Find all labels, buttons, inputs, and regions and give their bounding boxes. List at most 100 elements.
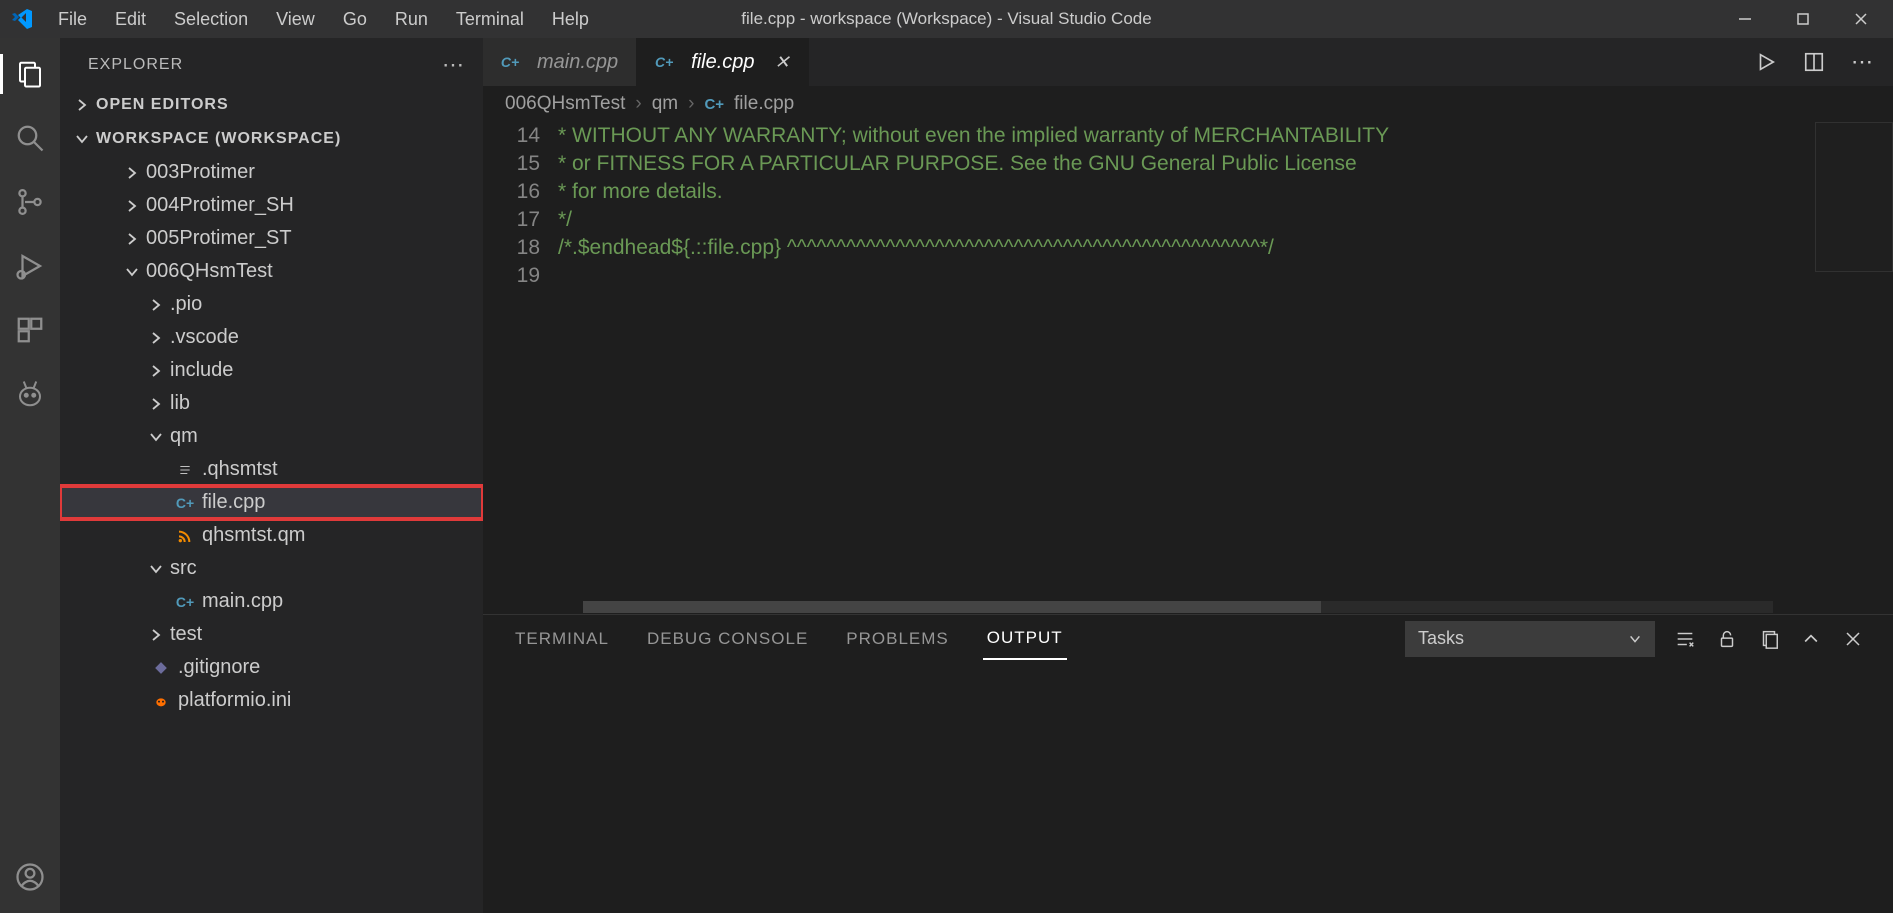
file-platformio.ini[interactable]: platformio.ini [60, 684, 483, 717]
code-content[interactable]: * WITHOUT ANY WARRANTY; without even the… [558, 122, 1893, 613]
search-icon[interactable] [14, 122, 46, 154]
scrollbar-thumb[interactable] [583, 601, 1321, 613]
folder-label: 003Protimer [146, 161, 255, 184]
bottom-panel: TERMINAL DEBUG CONSOLE PROBLEMS OUTPUT Task… [483, 613, 1893, 913]
menu-edit[interactable]: Edit [103, 3, 158, 36]
close-button[interactable] [1847, 5, 1875, 33]
chevron-right-icon: › [688, 93, 694, 115]
explorer-icon[interactable] [14, 58, 46, 90]
source-control-icon[interactable] [14, 186, 46, 218]
code-editor[interactable]: 141516171819 * WITHOUT ANY WARRANTY; wit… [483, 122, 1893, 613]
folder-lib[interactable]: lib [60, 387, 483, 420]
git-file-icon [152, 659, 170, 677]
cpp-file-icon: C+ [176, 494, 194, 512]
cpp-file-icon: C+ [704, 96, 724, 113]
menu-run[interactable]: Run [383, 3, 440, 36]
file-file.cpp[interactable]: C+ file.cpp [60, 486, 483, 519]
vscode-logo-icon [8, 5, 36, 33]
breadcrumb-item[interactable]: qm [652, 93, 678, 115]
breadcrumb-item[interactable]: file.cpp [734, 93, 794, 115]
folder-label: 005Protimer_ST [146, 227, 292, 250]
extensions-icon[interactable] [14, 314, 46, 346]
chevron-right-icon: › [635, 93, 641, 115]
pio-file-icon [152, 692, 170, 710]
panel-tab-terminal[interactable]: TERMINAL [511, 619, 613, 659]
rss-file-icon [176, 527, 194, 545]
folder-qm[interactable]: qm [60, 420, 483, 453]
panel-tabs: TERMINAL DEBUG CONSOLE PROBLEMS OUTPUT Task… [483, 614, 1893, 662]
folder-004Protimer_SH[interactable]: 004Protimer_SH [60, 189, 483, 222]
close-panel-icon[interactable] [1841, 627, 1865, 651]
editor-area: C+main.cppC+file.cpp✕ ⋯ 006QHsmTest › qm… [483, 38, 1893, 913]
menu-help[interactable]: Help [540, 3, 601, 36]
chevron-icon [124, 264, 140, 280]
more-icon[interactable]: ⋯ [442, 52, 465, 78]
folder-test[interactable]: test [60, 618, 483, 651]
minimize-button[interactable] [1731, 5, 1759, 33]
file-label: file.cpp [202, 491, 265, 514]
folder-label: src [170, 557, 197, 580]
close-tab-icon[interactable]: ✕ [775, 52, 790, 73]
run-icon[interactable] [1753, 49, 1779, 75]
chevron-icon [148, 627, 164, 643]
output-body[interactable] [483, 662, 1893, 913]
panel-tab-problems[interactable]: PROBLEMS [842, 619, 952, 659]
chevron-icon [124, 165, 140, 181]
panel-tab-debug-console[interactable]: DEBUG CONSOLE [643, 619, 812, 659]
folder-src[interactable]: src [60, 552, 483, 585]
folder-label: 006QHsmTest [146, 260, 273, 283]
open-editors-section[interactable]: OPEN EDITORS [60, 88, 483, 122]
file-label: .gitignore [178, 656, 260, 679]
menu-selection[interactable]: Selection [162, 3, 260, 36]
more-actions-icon[interactable]: ⋯ [1849, 49, 1875, 75]
menubar: File Edit Selection View Go Run Terminal… [46, 3, 601, 36]
breadcrumb-item[interactable]: 006QHsmTest [505, 93, 625, 115]
folder-003Protimer[interactable]: 003Protimer [60, 156, 483, 189]
folder-label: test [170, 623, 202, 646]
folder-.pio[interactable]: .pio [60, 288, 483, 321]
file-label: platformio.ini [178, 689, 291, 712]
accounts-icon[interactable] [14, 861, 46, 893]
workspace-label: WORKSPACE (WORKSPACE) [96, 130, 341, 148]
run-debug-icon[interactable] [14, 250, 46, 282]
file-qhsmtst.qm[interactable]: qhsmtst.qm [60, 519, 483, 552]
minimap[interactable] [1815, 122, 1893, 272]
window-controls [1731, 5, 1885, 33]
file-.gitignore[interactable]: .gitignore [60, 651, 483, 684]
split-editor-icon[interactable] [1801, 49, 1827, 75]
open-log-icon[interactable] [1757, 627, 1781, 651]
titlebar: File Edit Selection View Go Run Terminal… [0, 0, 1893, 38]
maximize-button[interactable] [1789, 5, 1817, 33]
platformio-icon[interactable] [14, 378, 46, 410]
explorer-title: EXPLORER [88, 56, 183, 74]
chevron-icon [124, 198, 140, 214]
file-label: .qhsmtst [202, 458, 278, 481]
file-.qhsmtst[interactable]: .qhsmtst [60, 453, 483, 486]
horizontal-scrollbar[interactable] [583, 601, 1773, 613]
folder-.vscode[interactable]: .vscode [60, 321, 483, 354]
file-tree: 003Protimer 004Protimer_SH 005Protimer_ST 0… [60, 156, 483, 913]
output-channel-select[interactable]: Tasks [1405, 621, 1655, 657]
tab-label: main.cpp [537, 51, 618, 74]
cpp-file-icon: C+ [501, 53, 519, 71]
folder-005Protimer_ST[interactable]: 005Protimer_ST [60, 222, 483, 255]
activitybar [0, 38, 60, 913]
tab-file.cpp[interactable]: C+file.cpp✕ [637, 38, 808, 86]
workspace-section[interactable]: WORKSPACE (WORKSPACE) [60, 122, 483, 156]
folder-label: .pio [170, 293, 202, 316]
maximize-panel-icon[interactable] [1799, 627, 1823, 651]
menu-go[interactable]: Go [331, 3, 379, 36]
clear-output-icon[interactable] [1673, 627, 1697, 651]
panel-tab-output[interactable]: OUTPUT [983, 618, 1067, 660]
file-label: qhsmtst.qm [202, 524, 305, 547]
menu-terminal[interactable]: Terminal [444, 3, 536, 36]
menu-view[interactable]: View [264, 3, 327, 36]
folder-006QHsmTest[interactable]: 006QHsmTest [60, 255, 483, 288]
folder-label: include [170, 359, 233, 382]
folder-include[interactable]: include [60, 354, 483, 387]
menu-file[interactable]: File [46, 3, 99, 36]
tab-main.cpp[interactable]: C+ main.cpp [483, 38, 637, 86]
lock-scroll-icon[interactable] [1715, 627, 1739, 651]
file-main.cpp[interactable]: C+main.cpp [60, 585, 483, 618]
breadcrumb[interactable]: 006QHsmTest › qm › C+ file.cpp [483, 86, 1893, 122]
